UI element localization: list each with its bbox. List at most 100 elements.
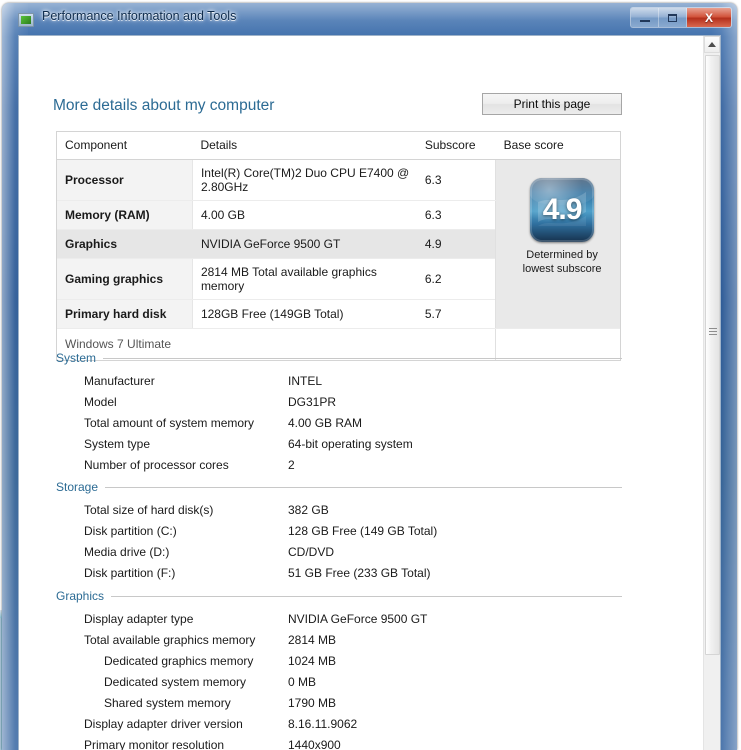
detail-row: Disk partition (C:) 128 GB Free (149 GB T…: [56, 524, 622, 545]
cell-details: NVIDIA GeForce 9500 GT: [192, 229, 417, 259]
detail-row: Number of processor cores 2: [56, 458, 622, 479]
cell-component: Primary hard disk: [57, 299, 193, 329]
scrollbar-grip-icon: [708, 328, 717, 335]
cell-subscore: 6.3: [416, 159, 496, 201]
detail-value: 1024 MB: [288, 654, 337, 668]
detail-row: Display adapter type NVIDIA GeForce 9500 …: [56, 612, 622, 633]
detail-label: Disk partition (C:): [84, 524, 177, 538]
header-component: Component: [57, 132, 193, 160]
detail-value: 8.16.11.9062: [288, 717, 358, 731]
section-rule: [111, 595, 622, 597]
maximize-button[interactable]: [659, 8, 687, 27]
page-title: More details about my computer: [53, 97, 275, 114]
detail-label: Manufacturer: [84, 374, 155, 388]
detail-label: System type: [84, 437, 151, 451]
scrollbar-thumb[interactable]: [705, 55, 720, 655]
section-rows: Display adapter type NVIDIA GeForce 9500 …: [56, 612, 622, 750]
window-title: Performance Information and Tools: [42, 9, 237, 23]
header-details: Details: [192, 132, 417, 160]
detail-value: 51 GB Free (233 GB Total): [288, 566, 431, 580]
close-icon: X: [704, 10, 713, 25]
detail-value: 1440x900: [288, 738, 341, 750]
detail-value: 4.00 GB RAM: [288, 416, 363, 430]
maximize-icon: [668, 13, 677, 22]
chevron-up-icon: [708, 42, 716, 47]
detail-value: 0 MB: [288, 675, 317, 689]
detail-label: Model: [84, 395, 117, 409]
detail-value: 2814 MB: [288, 633, 337, 647]
section-header: System: [56, 351, 622, 367]
detail-row: Disk partition (F:) 51 GB Free (233 GB To…: [56, 566, 622, 587]
cell-subscore: 6.2: [416, 258, 496, 300]
application-window: Performance Information and Tools X More…: [2, 3, 737, 750]
detail-row: Shared system memory 1790 MB: [56, 696, 622, 717]
detail-label: Total available graphics memory: [84, 633, 256, 647]
caption-button-group: X: [630, 7, 732, 28]
minimize-button[interactable]: [631, 8, 659, 27]
section-title: System: [56, 351, 97, 365]
close-button[interactable]: X: [687, 8, 731, 27]
detail-label: Display adapter type: [84, 612, 194, 626]
section-rows: Total size of hard disk(s) 382 GB Disk par…: [56, 503, 622, 587]
cell-component: Graphics: [57, 229, 193, 259]
detail-row: System type 64-bit operating system: [56, 437, 622, 458]
section-title: Graphics: [56, 589, 105, 603]
detail-label: Total amount of system memory: [84, 416, 255, 430]
detail-row: Total available graphics memory 2814 MB: [56, 633, 622, 654]
detail-label: Total size of hard disk(s): [84, 503, 214, 517]
detail-value: 1790 MB: [288, 696, 337, 710]
section-rows: Manufacturer INTEL Model DG31PR Total amount…: [56, 374, 622, 479]
detail-row: Dedicated graphics memory 1024 MB: [56, 654, 622, 675]
base-score-caption: Determined by lowest subscore: [522, 249, 602, 275]
base-score-badge: 4.9: [530, 178, 595, 242]
vertical-scrollbar[interactable]: [703, 36, 720, 750]
base-score-cell: 4.9 Determined by lowest subscore: [495, 159, 620, 329]
table-header-row: Component Details Subscore Base score: [57, 132, 620, 160]
table-row: Processor Intel(R) Core(TM)2 Duo CPU E740…: [57, 159, 620, 329]
detail-label: Dedicated system memory: [104, 675, 247, 689]
cell-component: Processor: [57, 159, 193, 201]
detail-label: Media drive (D:): [84, 545, 170, 559]
score-table-body: Processor Intel(R) Core(TM)2 Duo CPU E740…: [57, 159, 620, 360]
detail-value: NVIDIA GeForce 9500 GT: [288, 612, 428, 626]
minimize-icon: [639, 19, 650, 22]
client-area: More details about my computer Print thi…: [18, 35, 721, 750]
section-title: Storage: [56, 480, 99, 494]
section-graphics: Graphics Display adapter type NVIDIA GeFo…: [56, 589, 622, 750]
detail-row: Model DG31PR: [56, 395, 622, 416]
detail-value: 128 GB Free (149 GB Total): [288, 524, 438, 538]
title-bar[interactable]: Performance Information and Tools X: [2, 3, 737, 35]
detail-row: Primary monitor resolution 1440x900: [56, 738, 622, 750]
detail-row: Dedicated system memory 0 MB: [56, 675, 622, 696]
header-base-score: Base score: [495, 132, 620, 160]
detail-label: Primary monitor resolution: [84, 738, 225, 750]
print-this-page-button[interactable]: Print this page: [482, 93, 622, 115]
cell-subscore: 4.9: [416, 229, 496, 259]
section-header: Storage: [56, 480, 622, 496]
detail-value: CD/DVD: [288, 545, 335, 559]
section-storage: Storage Total size of hard disk(s) 382 GB…: [56, 480, 622, 587]
detail-row: Manufacturer INTEL: [56, 374, 622, 395]
detail-row: Display adapter driver version 8.16.11.90…: [56, 717, 622, 738]
detail-value: 64-bit operating system: [288, 437, 413, 451]
cell-component: Gaming graphics: [57, 258, 193, 300]
cell-details: 128GB Free (149GB Total): [192, 299, 417, 329]
cell-details: 2814 MB Total available graphics memory: [192, 258, 417, 300]
detail-label: Dedicated graphics memory: [104, 654, 254, 668]
detail-row: Total amount of system memory 4.00 GB RAM: [56, 416, 622, 437]
detail-label: Shared system memory: [104, 696, 231, 710]
application-icon: [18, 13, 34, 27]
cell-details: 4.00 GB: [192, 200, 417, 230]
cell-details: Intel(R) Core(TM)2 Duo CPU E7400 @ 2.80G…: [192, 159, 417, 201]
detail-value: 382 GB: [288, 503, 329, 517]
detail-value: INTEL: [288, 374, 323, 388]
content-pane: More details about my computer Print thi…: [19, 36, 705, 750]
section-rule: [105, 486, 622, 488]
detail-row: Total size of hard disk(s) 382 GB: [56, 503, 622, 524]
section-system: System Manufacturer INTEL Model DG31PR Total…: [56, 351, 622, 479]
cell-component: Memory (RAM): [57, 200, 193, 230]
scroll-up-button[interactable]: [704, 36, 720, 53]
score-table: Component Details Subscore Base score Pr…: [56, 131, 621, 361]
base-score-value: 4.9: [542, 193, 583, 226]
detail-label: Display adapter driver version: [84, 717, 243, 731]
